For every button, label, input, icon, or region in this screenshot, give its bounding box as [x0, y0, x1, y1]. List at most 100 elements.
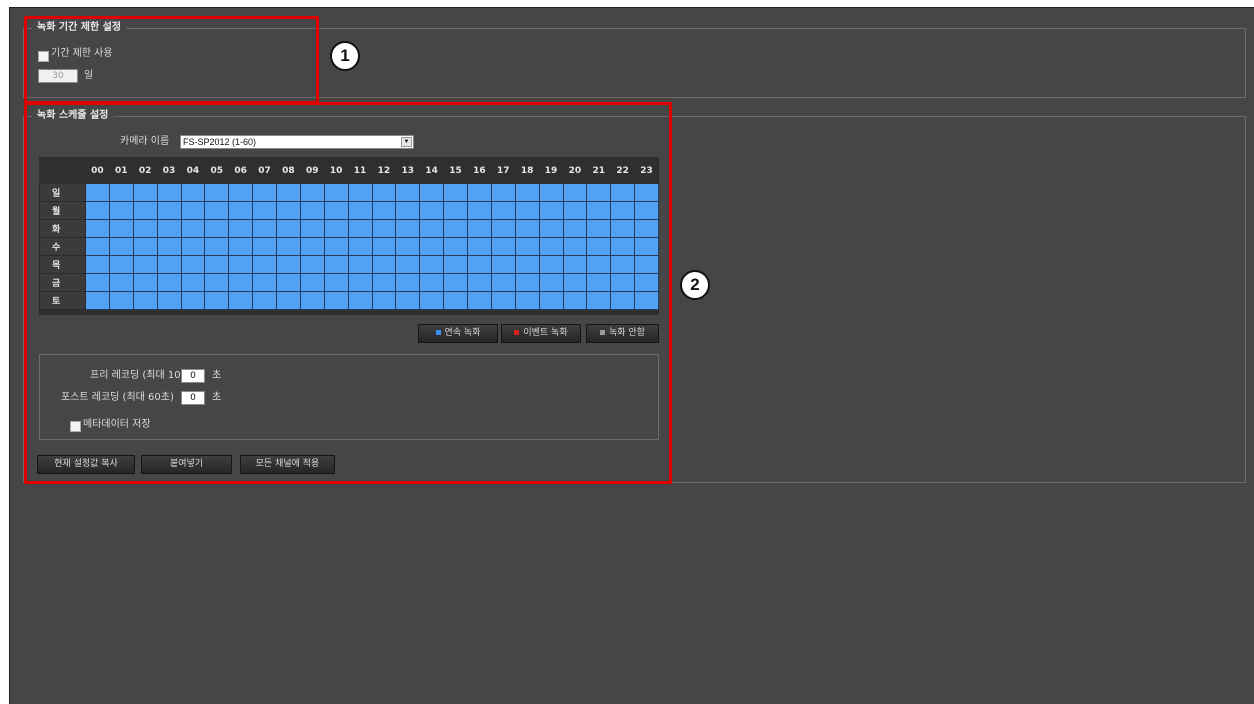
hour-header[interactable]: 01 — [108, 157, 134, 184]
schedule-cell[interactable] — [490, 273, 516, 292]
schedule-cell[interactable] — [490, 201, 516, 220]
schedule-cell[interactable] — [132, 255, 158, 274]
schedule-cell[interactable] — [156, 255, 182, 274]
schedule-cell[interactable] — [419, 237, 445, 256]
schedule-cell[interactable] — [490, 183, 516, 202]
schedule-cell[interactable] — [395, 183, 421, 202]
schedule-cell[interactable] — [85, 273, 110, 292]
schedule-cell[interactable] — [395, 219, 421, 238]
schedule-cell[interactable] — [85, 255, 110, 274]
schedule-cell[interactable] — [347, 255, 373, 274]
schedule-cell[interactable] — [634, 255, 659, 274]
schedule-cell[interactable] — [108, 237, 134, 256]
schedule-cell[interactable] — [514, 201, 540, 220]
schedule-cell[interactable] — [85, 183, 110, 202]
schedule-cell[interactable] — [156, 273, 182, 292]
hour-header[interactable]: 20 — [562, 157, 588, 184]
schedule-cell[interactable] — [252, 219, 277, 238]
period-days-input[interactable]: 30 — [38, 69, 78, 83]
schedule-cell[interactable] — [419, 219, 445, 238]
legend-button[interactable]: 녹화 안함 — [586, 324, 659, 343]
schedule-cell[interactable] — [228, 237, 254, 256]
hour-header[interactable]: 19 — [538, 157, 564, 184]
schedule-cell[interactable] — [562, 291, 588, 310]
schedule-cell[interactable] — [467, 273, 492, 292]
schedule-cell[interactable] — [180, 183, 206, 202]
schedule-cell[interactable] — [490, 237, 516, 256]
schedule-cell[interactable] — [538, 237, 564, 256]
schedule-cell[interactable] — [610, 237, 636, 256]
hour-header[interactable]: 17 — [490, 157, 516, 184]
schedule-cell[interactable] — [323, 237, 349, 256]
schedule-cell[interactable] — [156, 237, 182, 256]
schedule-cell[interactable] — [132, 237, 158, 256]
schedule-cell[interactable] — [228, 201, 254, 220]
schedule-cell[interactable] — [299, 291, 325, 310]
schedule-cell[interactable] — [228, 255, 254, 274]
schedule-cell[interactable] — [634, 273, 659, 292]
schedule-cell[interactable] — [323, 219, 349, 238]
schedule-cell[interactable] — [132, 201, 158, 220]
schedule-cell[interactable] — [395, 291, 421, 310]
schedule-cell[interactable] — [538, 219, 564, 238]
schedule-cell[interactable] — [299, 219, 325, 238]
schedule-cell[interactable] — [276, 219, 301, 238]
hour-header[interactable]: 07 — [252, 157, 277, 184]
schedule-cell[interactable] — [514, 183, 540, 202]
schedule-cell[interactable] — [514, 255, 540, 274]
schedule-cell[interactable] — [395, 201, 421, 220]
schedule-cell[interactable] — [204, 219, 230, 238]
schedule-cell[interactable] — [586, 273, 612, 292]
schedule-cell[interactable] — [252, 237, 277, 256]
schedule-cell[interactable] — [276, 273, 301, 292]
schedule-cell[interactable] — [443, 291, 468, 310]
schedule-cell[interactable] — [276, 183, 301, 202]
schedule-cell[interactable] — [204, 291, 230, 310]
schedule-cell[interactable] — [467, 237, 492, 256]
post-recording-input[interactable]: 0 — [181, 391, 205, 405]
schedule-cell[interactable] — [586, 237, 612, 256]
hour-header[interactable]: 09 — [299, 157, 325, 184]
hour-header[interactable]: 15 — [443, 157, 468, 184]
schedule-cell[interactable] — [586, 291, 612, 310]
legend-button[interactable]: 이벤트 녹화 — [501, 324, 581, 343]
schedule-cell[interactable] — [634, 237, 659, 256]
schedule-cell[interactable] — [586, 219, 612, 238]
schedule-cell[interactable] — [204, 237, 230, 256]
schedule-cell[interactable] — [252, 273, 277, 292]
schedule-cell[interactable] — [323, 273, 349, 292]
schedule-cell[interactable] — [156, 291, 182, 310]
schedule-cell[interactable] — [108, 291, 134, 310]
schedule-cell[interactable] — [562, 219, 588, 238]
schedule-cell[interactable] — [252, 255, 277, 274]
period-limit-checkbox[interactable] — [38, 51, 49, 62]
hour-header[interactable]: 05 — [204, 157, 230, 184]
schedule-cell[interactable] — [371, 219, 397, 238]
schedule-cell[interactable] — [514, 237, 540, 256]
hour-header[interactable]: 16 — [467, 157, 492, 184]
schedule-cell[interactable] — [419, 183, 445, 202]
schedule-cell[interactable] — [610, 183, 636, 202]
day-label[interactable]: 토 — [39, 291, 86, 310]
hour-header[interactable]: 23 — [634, 157, 659, 184]
hour-header[interactable]: 21 — [586, 157, 612, 184]
schedule-cell[interactable] — [323, 291, 349, 310]
schedule-cell[interactable] — [610, 291, 636, 310]
hour-header[interactable]: 10 — [323, 157, 349, 184]
schedule-cell[interactable] — [108, 273, 134, 292]
schedule-cell[interactable] — [610, 219, 636, 238]
hour-header[interactable]: 11 — [347, 157, 373, 184]
schedule-cell[interactable] — [562, 255, 588, 274]
apply-all-channels-button[interactable]: 모든 채널에 적용 — [240, 455, 335, 474]
schedule-cell[interactable] — [252, 201, 277, 220]
schedule-cell[interactable] — [490, 291, 516, 310]
schedule-cell[interactable] — [419, 255, 445, 274]
legend-button[interactable]: 연속 녹화 — [418, 324, 498, 343]
schedule-cell[interactable] — [634, 291, 659, 310]
schedule-cell[interactable] — [371, 201, 397, 220]
schedule-cell[interactable] — [443, 273, 468, 292]
schedule-cell[interactable] — [228, 219, 254, 238]
hour-header[interactable]: 06 — [228, 157, 254, 184]
schedule-cell[interactable] — [132, 219, 158, 238]
schedule-cell[interactable] — [108, 201, 134, 220]
